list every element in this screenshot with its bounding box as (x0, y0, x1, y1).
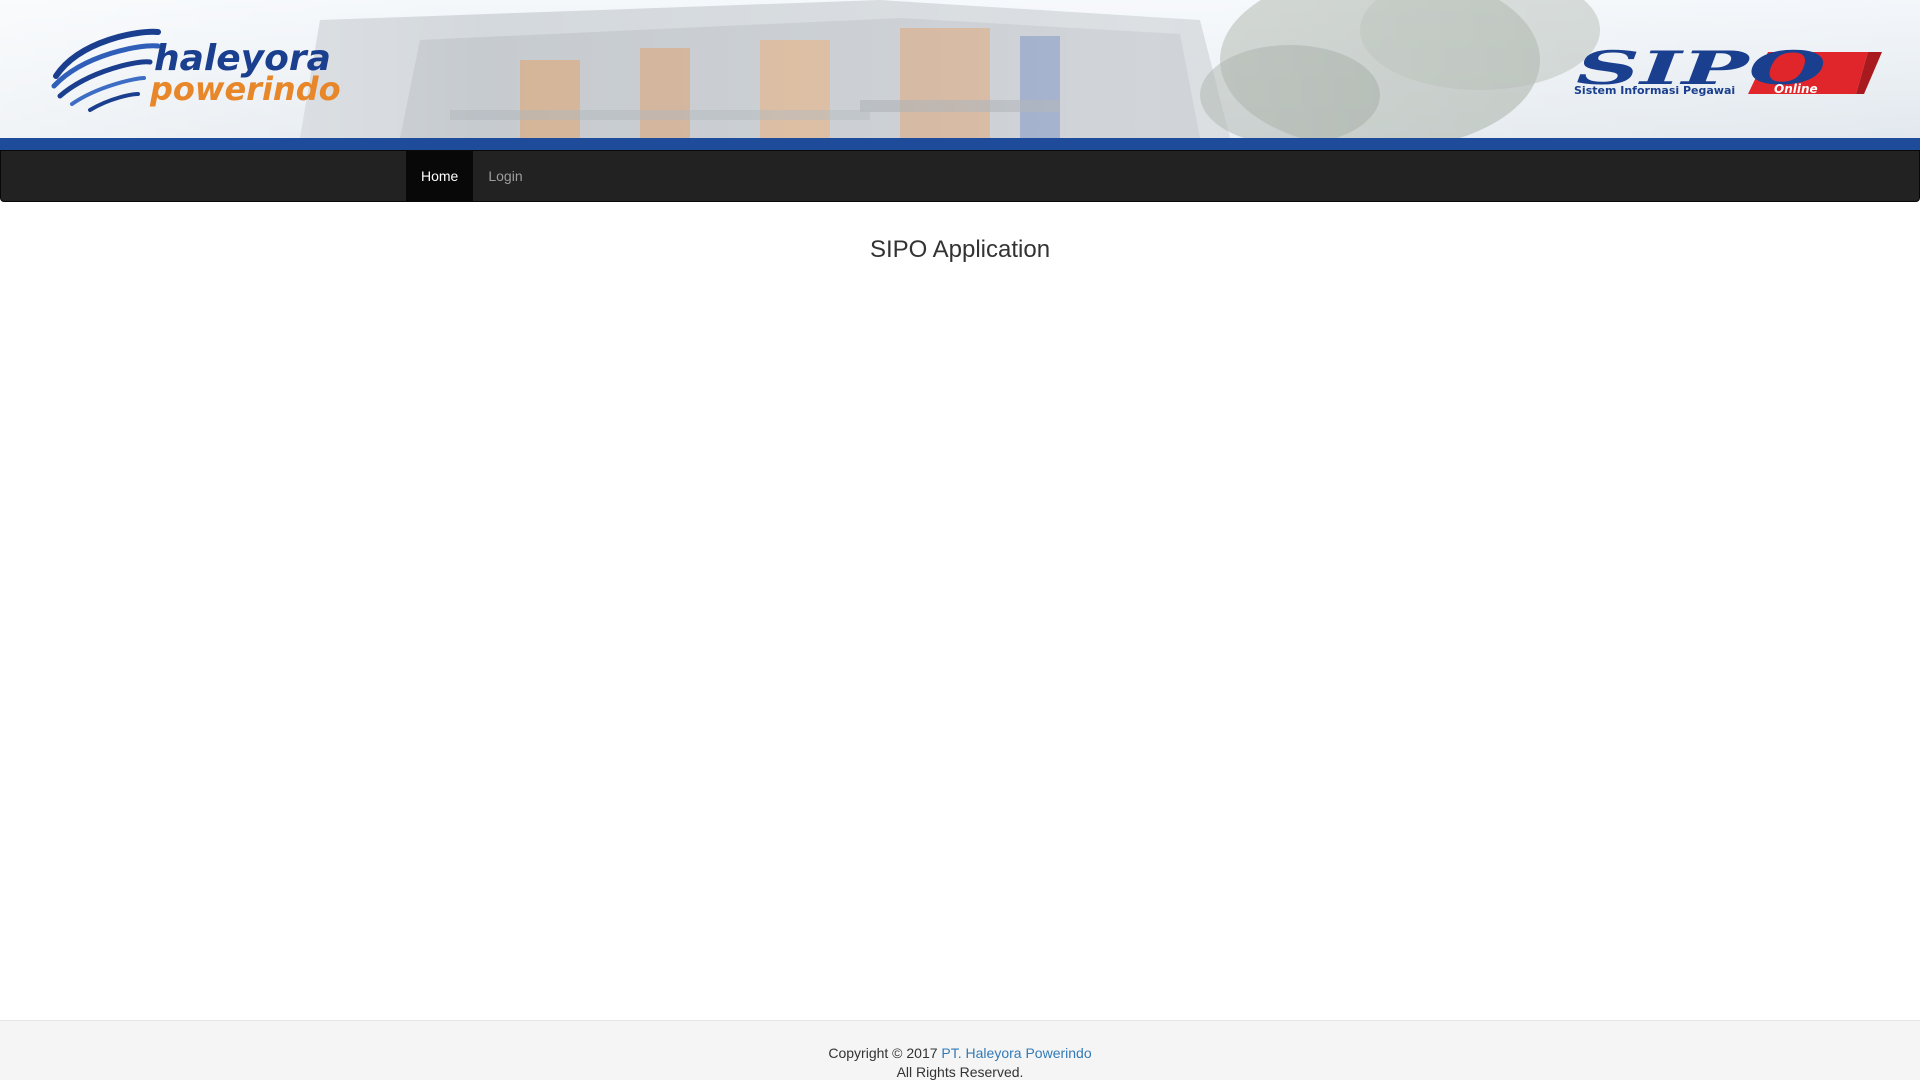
page: haleyora powerindo SIPO Sistem Informasi… (0, 0, 1920, 1080)
sipo-logo-tagline: Sistem Informasi Pegawai (1574, 84, 1735, 97)
navbar: Home Login (0, 150, 1920, 202)
footer-copyright: Copyright © 2017 PT. Haleyora Powerindo (0, 1044, 1920, 1062)
footer-company-link[interactable]: PT. Haleyora Powerindo (941, 1045, 1091, 1061)
header-banner: haleyora powerindo SIPO Sistem Informasi… (0, 0, 1920, 150)
sipo-logo-online-badge: Online (1774, 82, 1818, 96)
logo-text-powerindo: powerindo (149, 70, 341, 108)
footer: Copyright © 2017 PT. Haleyora Powerindo … (0, 1020, 1920, 1080)
haleyora-powerindo-logo: haleyora powerindo (51, 28, 341, 112)
banner-stripe (0, 138, 1920, 150)
nav-item-home[interactable]: Home (406, 151, 474, 201)
sipo-online-logo: SIPO Sistem Informasi Pegawai Online (1574, 46, 1882, 97)
footer-rights: All Rights Reserved. (896, 1064, 1024, 1080)
page-title: SIPO Application (869, 236, 1051, 263)
footer-copyright-prefix: Copyright © 2017 (828, 1045, 942, 1061)
nav-list: Home Login (406, 151, 538, 201)
nav-item-login[interactable]: Login (473, 151, 537, 201)
